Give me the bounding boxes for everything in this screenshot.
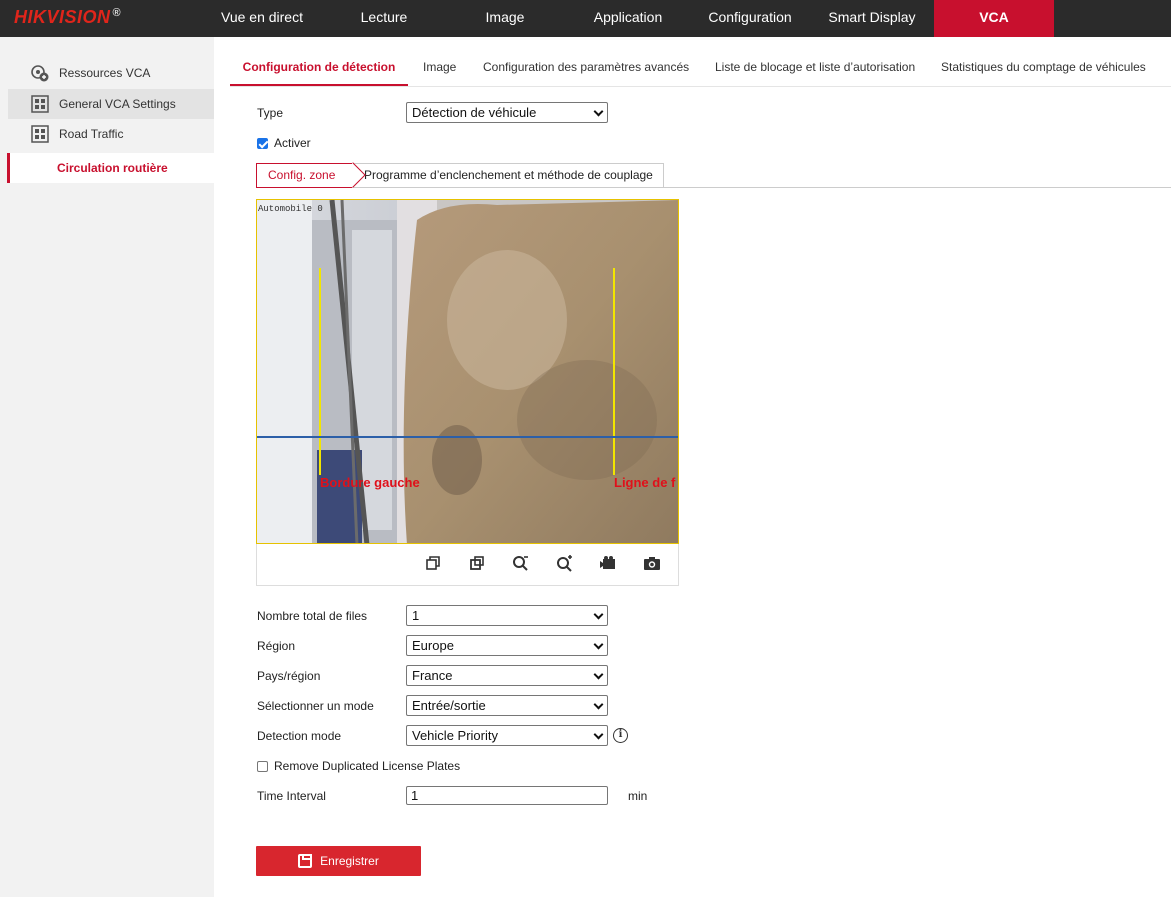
camera-snapshot-icon[interactable]	[643, 554, 661, 572]
chevron-down-icon	[593, 699, 604, 710]
nav-image[interactable]: Image	[450, 0, 560, 37]
save-icon	[298, 854, 313, 868]
country-label: Pays/région	[257, 669, 321, 683]
nav-configuration[interactable]: Configuration	[700, 0, 800, 37]
sidebar-item-road-traffic[interactable]: Road Traffic	[8, 119, 214, 149]
nav-vca[interactable]: VCA	[934, 0, 1054, 37]
detection-mode-select-value: Vehicle Priority	[412, 728, 498, 743]
sidebar-item-label: General VCA Settings	[59, 97, 176, 111]
lanes-label: Nombre total de files	[257, 609, 368, 623]
video-preview[interactable]: Automobile 0 Bordure gauche Ligne de f	[256, 199, 679, 544]
tab-zone-config[interactable]: Config. zone	[256, 163, 352, 188]
save-button-label: Enregistrer	[320, 854, 379, 868]
detection-mode-select[interactable]: Vehicle Priority	[406, 725, 608, 746]
svg-text:Automobile 0: Automobile 0	[258, 204, 323, 214]
window-stack-icon[interactable]	[468, 554, 486, 572]
detection-mode-label: Detection mode	[257, 729, 342, 743]
left-border-label: Bordure gauche	[320, 475, 420, 490]
tab-detection-config[interactable]: Configuration de détection	[230, 50, 408, 86]
interval-input[interactable]: 1	[406, 786, 608, 805]
top-bar: HIKVISION ® Vue en direct Lecture Image A…	[0, 0, 1171, 37]
window-restore-icon[interactable]	[424, 554, 442, 572]
sidebar-item-vca-resources[interactable]: Ressources VCA	[8, 58, 214, 88]
zoom-out-icon[interactable]	[511, 554, 529, 572]
chevron-down-icon	[593, 729, 604, 740]
mode-select[interactable]: Entrée/sortie	[406, 695, 608, 716]
zoom-in-icon[interactable]	[555, 554, 573, 572]
brand-logo: HIKVISION ®	[14, 7, 122, 27]
chevron-down-icon	[593, 669, 604, 680]
nav-live-view[interactable]: Vue en direct	[204, 0, 320, 37]
type-select-value: Détection de véhicule	[412, 105, 537, 120]
chevron-down-icon	[593, 609, 604, 620]
region-select-value: Europe	[412, 638, 454, 653]
grid-traffic-icon	[30, 124, 50, 144]
sidebar-item-general-vca-settings[interactable]: General VCA Settings	[8, 89, 214, 119]
country-select-value: France	[412, 668, 453, 683]
video-camera-icon[interactable]	[599, 554, 617, 572]
video-scene: Automobile 0	[257, 200, 678, 543]
tab-schedule-linkage[interactable]: Programme d’enclenchement et méthode de …	[352, 163, 664, 188]
video-toolbar	[256, 544, 679, 586]
region-select[interactable]: Europe	[406, 635, 608, 656]
nav-playback[interactable]: Lecture	[330, 0, 438, 37]
mode-select-value: Entrée/sortie	[412, 698, 486, 713]
nav-application[interactable]: Application	[578, 0, 678, 37]
region-label: Région	[257, 639, 296, 653]
chevron-down-icon	[593, 106, 604, 117]
sidebar-item-label: Road Traffic	[59, 127, 124, 141]
remove-duplicates-label: Remove Duplicated License Plates	[274, 759, 461, 773]
enable-label: Activer	[274, 136, 311, 150]
save-button[interactable]: Enregistrer	[256, 846, 421, 876]
mode-label: Sélectionner un mode	[257, 699, 374, 713]
right-line-label: Ligne de f	[614, 475, 676, 490]
grid-settings-icon	[30, 94, 50, 114]
type-select[interactable]: Détection de véhicule	[406, 102, 608, 123]
nav-smart-display[interactable]: Smart Display	[818, 0, 926, 37]
type-label: Type	[257, 106, 284, 120]
interval-label: Time Interval	[257, 789, 326, 803]
tabs-divider	[230, 86, 1171, 87]
tab-vehicle-count-stats[interactable]: Statistiques du comptage de véhicules	[941, 50, 1146, 86]
subtabs-divider	[664, 187, 1171, 188]
sidebar: Ressources VCA General VCA Settings Road…	[0, 37, 214, 897]
sidebar-item-label: Ressources VCA	[59, 66, 151, 80]
tab-block-allow-list[interactable]: Liste de blocage et liste d’autorisation	[715, 50, 915, 86]
country-select[interactable]: France	[406, 665, 608, 686]
info-icon[interactable]: i	[613, 728, 628, 743]
lanes-select[interactable]: 1	[406, 605, 608, 626]
tab-advanced-config[interactable]: Configuration des paramètres avancés	[483, 50, 689, 86]
tab-schedule-label: Programme d’enclenchement et méthode de …	[364, 168, 653, 182]
chevron-down-icon	[593, 639, 604, 650]
vca-resources-icon	[30, 63, 50, 83]
remove-duplicates-checkbox[interactable]	[257, 761, 268, 772]
interval-unit: min	[628, 789, 648, 803]
enable-checkbox[interactable]	[257, 138, 268, 149]
sidebar-item-circulation-routiere[interactable]: Circulation routière	[7, 153, 214, 183]
lanes-select-value: 1	[412, 608, 420, 623]
tab-image[interactable]: Image	[423, 50, 456, 86]
